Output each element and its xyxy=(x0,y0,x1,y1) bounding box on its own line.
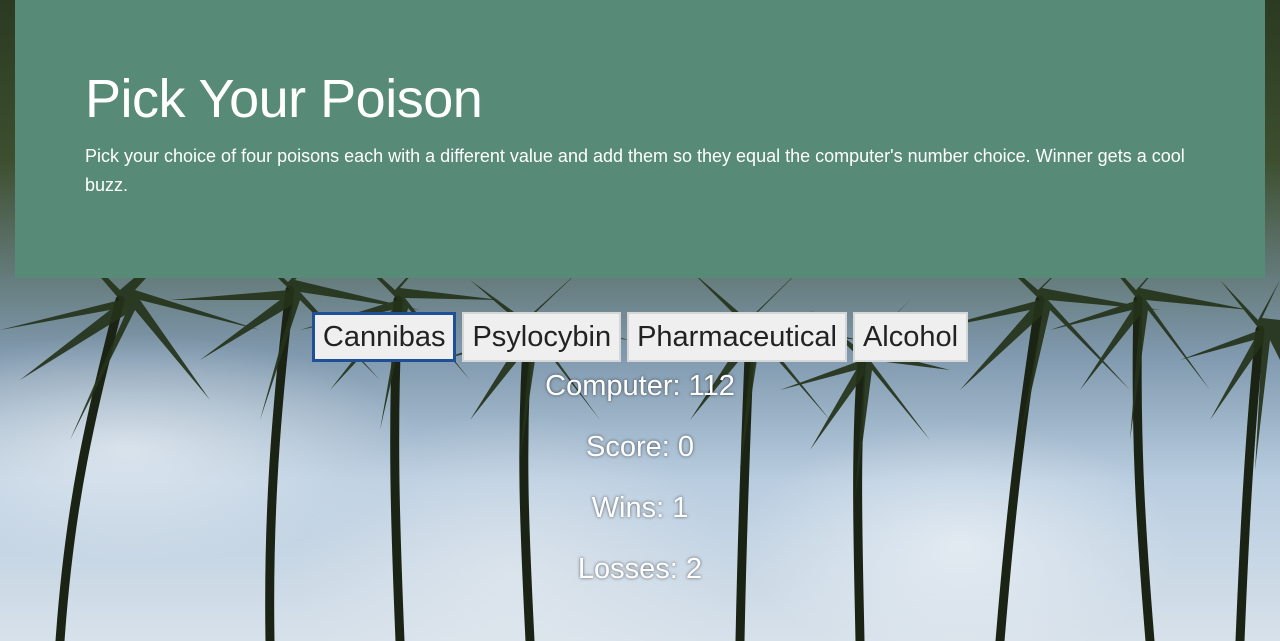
poison-button-group: Cannibas Psylocybin Pharmaceutical Alcoh… xyxy=(0,312,1280,362)
computer-number: Computer: 112 xyxy=(545,370,735,402)
wins-count: Wins: 1 xyxy=(591,492,689,524)
losses-count: Losses: 2 xyxy=(577,553,703,585)
pharmaceutical-button[interactable]: Pharmaceutical xyxy=(627,312,847,362)
header-jumbotron: Pick Your Poison Pick your choice of fou… xyxy=(15,0,1265,278)
score-value: Score: 0 xyxy=(586,431,694,463)
page-title: Pick Your Poison xyxy=(85,69,483,129)
alcohol-button[interactable]: Alcohol xyxy=(852,312,969,362)
game-description: Pick your choice of four poisons each wi… xyxy=(85,146,1185,195)
psylocybin-button[interactable]: Psylocybin xyxy=(462,312,622,362)
cannibas-button[interactable]: Cannibas xyxy=(311,312,457,362)
game-stats: Computer: 112 Score: 0 Wins: 1 Losses: 2 xyxy=(0,366,1280,610)
